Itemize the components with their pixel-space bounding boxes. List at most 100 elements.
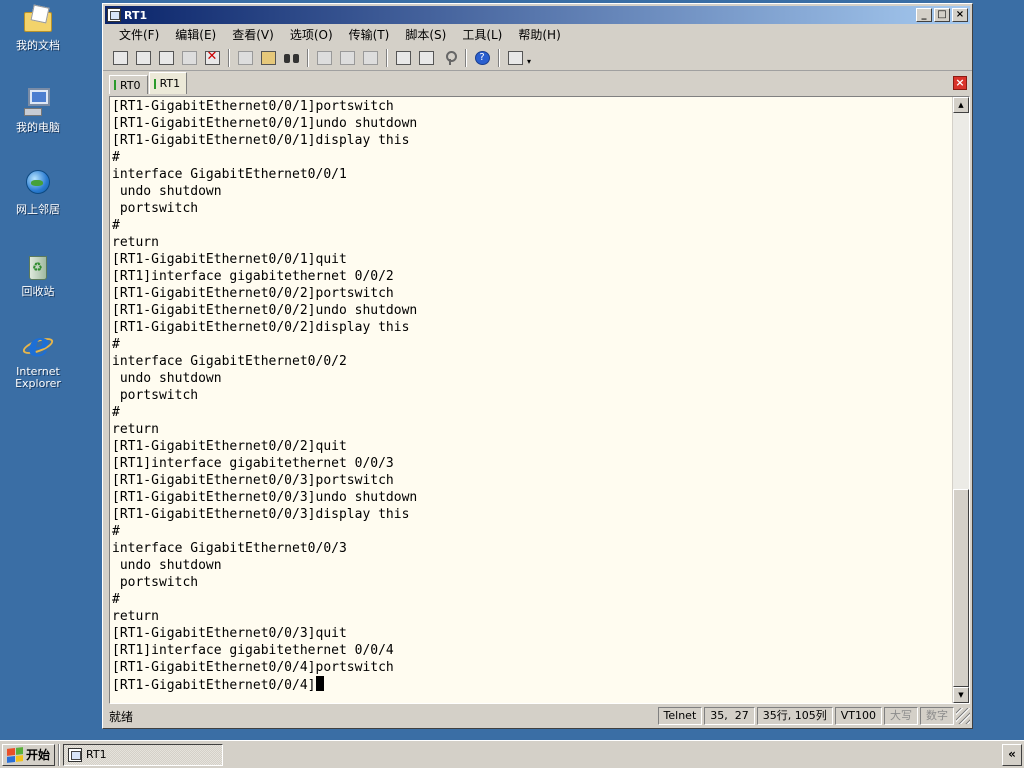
taskbar: 开始 RT1 « xyxy=(0,740,1024,768)
desktop-icon-network-places[interactable]: 网上邻居 xyxy=(4,168,72,216)
menu-bar: 文件(F) 编辑(E) 查看(V) 选项(O) 传输(T) 脚本(S) 工具(L… xyxy=(103,24,972,45)
toolbar-separator xyxy=(386,48,388,67)
terminal-line: # xyxy=(112,592,120,607)
status-protocol: Telnet xyxy=(657,707,703,725)
my-documents-icon xyxy=(22,4,54,36)
tab-label: RT0 xyxy=(120,78,141,92)
desktop-icon-recycle-bin[interactable]: 回收站 xyxy=(4,250,72,298)
menu-view[interactable]: 查看(V) xyxy=(224,26,282,43)
sftp-icon[interactable] xyxy=(504,48,526,68)
keymap-icon[interactable] xyxy=(415,48,437,68)
key-icon[interactable] xyxy=(438,48,460,68)
close-button[interactable]: × xyxy=(952,8,968,22)
status-text: 就绪 xyxy=(109,709,134,724)
start-label: 开始 xyxy=(26,748,51,762)
tab-rt0[interactable]: RT0 xyxy=(109,75,148,94)
menu-options[interactable]: 选项(O) xyxy=(282,26,341,43)
close-tab-button[interactable]: × xyxy=(953,76,967,90)
terminal-line: portswitch xyxy=(112,575,199,590)
toolbar-separator xyxy=(498,48,500,67)
recycle-bin-icon xyxy=(22,250,54,282)
terminal-line: portswitch xyxy=(112,201,199,216)
connect-icon[interactable] xyxy=(109,48,131,68)
terminal-line: # xyxy=(112,524,120,539)
terminal-line: [RT1-GigabitEthernet0/0/1]display this xyxy=(112,133,410,148)
status-caps-lock: 大写 xyxy=(884,707,918,725)
quick-connect-icon[interactable] xyxy=(132,48,154,68)
menu-help[interactable]: 帮助(H) xyxy=(510,26,568,43)
connect-in-tab-icon[interactable] xyxy=(155,48,177,68)
terminal-line: interface GigabitEthernet0/0/3 xyxy=(112,541,347,556)
maximize-button[interactable]: □ xyxy=(934,8,950,22)
toolbar-separator xyxy=(228,48,230,67)
terminal-line: interface GigabitEthernet0/0/2 xyxy=(112,354,347,369)
terminal-line: return xyxy=(112,422,159,437)
scroll-thumb[interactable] xyxy=(953,489,969,687)
terminal-line: [RT1-GigabitEthernet0/0/2]display this xyxy=(112,320,410,335)
help-icon[interactable]: ? xyxy=(471,48,493,68)
scroll-up-button[interactable]: ▲ xyxy=(953,97,969,113)
print-setup-icon[interactable] xyxy=(336,48,358,68)
print-preview-icon[interactable] xyxy=(359,48,381,68)
menu-tools[interactable]: 工具(L) xyxy=(454,26,510,43)
terminal-line: undo shutdown xyxy=(112,558,222,573)
terminal-line: # xyxy=(112,405,120,420)
taskbar-item-label: RT1 xyxy=(86,748,107,761)
windows-logo-icon xyxy=(7,746,23,763)
tray-expand-button[interactable]: « xyxy=(1002,744,1022,766)
session-options-icon[interactable] xyxy=(392,48,414,68)
internet-explorer-icon: e xyxy=(20,328,56,362)
terminal-line: [RT1-GigabitEthernet0/0/1]quit xyxy=(112,252,347,267)
menu-script[interactable]: 脚本(S) xyxy=(397,26,454,43)
desktop-icon-internet-explorer[interactable]: e Internet Explorer xyxy=(4,328,72,390)
terminal-line: # xyxy=(112,337,120,352)
desktop-icon-my-computer[interactable]: 我的电脑 xyxy=(4,86,72,134)
desktop-icon-label: 回收站 xyxy=(21,285,55,298)
terminal-line: [RT1-GigabitEthernet0/0/2]portswitch xyxy=(112,286,394,301)
disconnect-icon[interactable] xyxy=(201,48,223,68)
terminal-cursor xyxy=(315,676,324,691)
session-tabs: RT0 RT1 × xyxy=(103,71,972,94)
terminal-output[interactable]: [RT1-GigabitEthernet0/0/1]portswitch [RT1… xyxy=(110,97,952,703)
resize-grip[interactable] xyxy=(956,708,970,724)
connected-indicator-icon xyxy=(114,80,116,90)
minimize-button[interactable]: _ xyxy=(916,8,932,22)
find-icon[interactable] xyxy=(280,48,302,68)
menu-edit[interactable]: 编辑(E) xyxy=(167,26,224,43)
toolbar: ? ▾ xyxy=(103,45,972,71)
terminal-line: undo shutdown xyxy=(112,371,222,386)
terminal-line: [RT1-GigabitEthernet0/0/2]quit xyxy=(112,439,347,454)
terminal-line: [RT1-GigabitEthernet0/0/3]quit xyxy=(112,626,347,641)
taskbar-item-rt1[interactable]: RT1 xyxy=(63,743,224,766)
scroll-down-button[interactable]: ▼ xyxy=(953,687,969,703)
terminal-line: [RT1-GigabitEthernet0/0/2]undo shutdown xyxy=(112,303,418,318)
desktop-icon-my-documents[interactable]: 我的文档 xyxy=(4,4,72,52)
terminal-line: portswitch xyxy=(112,388,199,403)
status-terminal-size: 35行, 105列 xyxy=(756,707,833,725)
terminal-line: undo shutdown xyxy=(112,184,222,199)
window-titlebar[interactable]: RT1 _ □ × xyxy=(105,6,970,24)
terminal-area[interactable]: [RT1-GigabitEthernet0/0/1]portswitch [RT1… xyxy=(109,96,970,704)
terminal-line: interface GigabitEthernet0/0/1 xyxy=(112,167,347,182)
terminal-line: [RT1-GigabitEthernet0/0/3]display this xyxy=(112,507,410,522)
menu-transfer[interactable]: 传输(T) xyxy=(341,26,398,43)
vertical-scrollbar[interactable]: ▲ ▼ xyxy=(952,97,969,703)
terminal-line: [RT1-GigabitEthernet0/0/4]portswitch xyxy=(112,660,394,675)
status-terminal-type: VT100 xyxy=(834,707,882,725)
app-icon[interactable] xyxy=(107,8,121,22)
start-button[interactable]: 开始 xyxy=(2,743,56,766)
tab-label: RT1 xyxy=(159,77,181,90)
reconnect-icon[interactable] xyxy=(178,48,200,68)
paste-icon[interactable] xyxy=(257,48,279,68)
terminal-line: [RT1-GigabitEthernet0/0/1]undo shutdown xyxy=(112,116,418,131)
terminal-line: [RT1]interface gigabitethernet 0/0/4 xyxy=(112,643,394,658)
my-computer-icon xyxy=(22,86,54,118)
toolbar-separator xyxy=(465,48,467,67)
print-icon[interactable] xyxy=(313,48,335,68)
terminal-line: [RT1]interface gigabitethernet 0/0/3 xyxy=(112,456,394,471)
tab-rt1[interactable]: RT1 xyxy=(148,72,188,94)
desktop-icon-label: 我的文档 xyxy=(16,39,60,52)
copy-icon[interactable] xyxy=(234,48,256,68)
toolbar-dropdown-icon[interactable]: ▾ xyxy=(527,48,535,68)
menu-file[interactable]: 文件(F) xyxy=(111,26,167,43)
